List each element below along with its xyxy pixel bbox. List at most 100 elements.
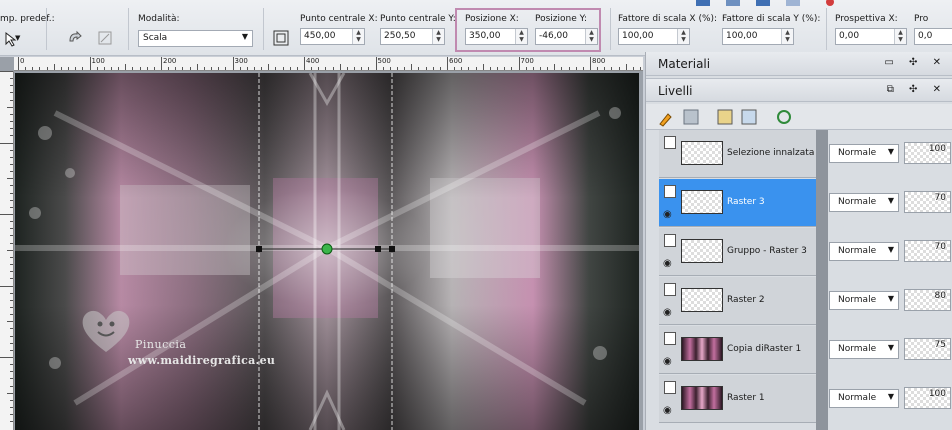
spin-arrows-icon[interactable]: ▲ ▼: [432, 29, 444, 44]
center-x-field[interactable]: 450,00 ▲ ▼: [300, 28, 365, 45]
spin-arrows-icon[interactable]: ▲ ▼: [585, 29, 597, 44]
chevron-down-icon: ▼: [887, 245, 894, 254]
pos-y-field[interactable]: -46,00 ▲ ▼: [535, 28, 598, 45]
ruler-tick: [425, 67, 427, 70]
ruler-tick: [10, 92, 13, 94]
pos-y-value: -46,00: [539, 31, 569, 41]
mode-select[interactable]: Scala ▼: [138, 30, 253, 47]
ruler-tick: [7, 106, 13, 108]
preset-dropdown-icon[interactable]: ▼: [15, 34, 20, 42]
transform-icon[interactable]: [96, 29, 114, 47]
opacity-value: 80: [934, 291, 946, 301]
ruler-tick: [304, 57, 305, 70]
perspective-y-field[interactable]: 0,0: [914, 28, 952, 45]
ruler-tick: [82, 67, 84, 70]
ruler-tick: [10, 221, 13, 223]
ruler-tick: [10, 349, 13, 351]
spin-arrows-icon[interactable]: ▲ ▼: [781, 29, 793, 44]
ruler-tick: [10, 192, 13, 194]
ruler-tick: [275, 67, 277, 70]
layer-row[interactable]: ◉ Gruppo - Raster 3: [659, 228, 816, 276]
blend-mode-select[interactable]: Normale ▼: [829, 389, 899, 408]
ruler-tick: [411, 64, 413, 70]
scale-y-label: Fattore di scala Y (%):: [722, 14, 821, 24]
materials-title: Materiali: [658, 57, 711, 71]
layers-splitter[interactable]: [816, 130, 828, 430]
ruler-label: 600: [449, 57, 463, 65]
ruler-tick: [7, 392, 13, 394]
ruler-tick: [368, 67, 370, 70]
perspective-label: Prospettiva X:: [835, 14, 898, 24]
ruler-tick: [590, 57, 591, 70]
ruler-tick: [10, 171, 13, 173]
perspective-field[interactable]: 0,00 ▲ ▼: [835, 28, 907, 45]
opacity-slider[interactable]: 100: [904, 387, 951, 409]
heart-logo-icon: [79, 306, 133, 359]
ruler-tick: [118, 67, 120, 70]
panel-window-controls[interactable]: ⧉ ✣ ✕: [887, 84, 947, 95]
ruler-tick: [189, 67, 191, 70]
ruler-tick: [568, 67, 570, 70]
ruler-tick: [10, 314, 13, 316]
artwork: [15, 73, 639, 430]
chevron-down-icon: ▼: [887, 392, 894, 401]
ruler-tick: [0, 142, 13, 144]
blend-mode-select[interactable]: Normale ▼: [829, 144, 899, 163]
center-y-field[interactable]: 250,50 ▲ ▼: [380, 28, 445, 45]
blend-mode-select[interactable]: Normale ▼: [829, 291, 899, 310]
ruler-tick: [218, 67, 220, 70]
layer-row[interactable]: ◉ Raster 2: [659, 277, 816, 325]
top-icon-strip: [690, 0, 850, 8]
brush-icon: [659, 113, 672, 127]
eye-icon[interactable]: ◉: [663, 356, 672, 367]
ruler-tick: [561, 67, 563, 70]
blend-mode-select[interactable]: Normale ▼: [829, 242, 899, 261]
blend-mode-select[interactable]: Normale ▼: [829, 340, 899, 359]
scale-x-field[interactable]: 100,00 ▲ ▼: [618, 28, 690, 45]
eye-icon[interactable]: ◉: [663, 405, 672, 416]
ruler-tick: [318, 67, 320, 70]
layer-row[interactable]: ◉ Raster 3: [659, 179, 816, 227]
panel-window-controls[interactable]: ▭ ✣ ✕: [884, 57, 947, 68]
ruler-tick: [196, 64, 198, 70]
blend-mode-select[interactable]: Normale ▼: [829, 193, 899, 212]
scale-y-field[interactable]: 100,00 ▲ ▼: [722, 28, 794, 45]
spin-arrows-icon[interactable]: ▲ ▼: [352, 29, 364, 44]
opacity-slider[interactable]: 70: [904, 240, 951, 262]
ruler-tick: [597, 67, 599, 70]
layers-title: Livelli: [658, 84, 693, 98]
image-canvas[interactable]: Pinuccia www.maidiregrafica.eu: [15, 73, 639, 430]
canvas-area[interactable]: 0 100 200 300 400 500 600 700 800 Pinucc…: [0, 57, 643, 430]
ruler-tick: [232, 57, 234, 70]
opacity-slider[interactable]: 70: [904, 191, 951, 213]
ruler-tick: [547, 67, 549, 70]
opacity-value: 70: [934, 193, 946, 203]
ruler-tick: [325, 67, 327, 70]
opacity-slider[interactable]: 100: [904, 142, 951, 164]
opacity-slider[interactable]: 75: [904, 338, 951, 360]
ruler-tick: [10, 228, 13, 230]
ruler-tick: [375, 57, 377, 70]
reset-icon[interactable]: [66, 29, 84, 47]
eye-icon[interactable]: ◉: [663, 209, 672, 220]
ruler-tick: [110, 67, 112, 70]
ruler-tick: [10, 414, 13, 416]
spin-arrows-icon[interactable]: ▲ ▼: [677, 29, 689, 44]
ruler-tick: [10, 242, 13, 244]
layer-row[interactable]: Selezione innalzata: [659, 130, 816, 178]
layer-row[interactable]: ◉ Copia diRaster 1: [659, 326, 816, 374]
eye-icon[interactable]: ◉: [663, 258, 672, 269]
layer-row[interactable]: ◉ Raster 1: [659, 375, 816, 423]
pos-x-field[interactable]: 350,00 ▲ ▼: [465, 28, 528, 45]
opacity-slider[interactable]: 80: [904, 289, 951, 311]
eye-icon[interactable]: ◉: [663, 307, 672, 318]
center-x-value: 450,00: [304, 31, 336, 41]
mode-label: Modalità:: [138, 14, 180, 24]
ruler-tick: [132, 67, 134, 70]
horizontal-ruler: 0 100 200 300 400 500 600 700 800: [14, 57, 643, 71]
ruler-tick: [10, 299, 13, 301]
spin-arrows-icon[interactable]: ▲ ▼: [515, 29, 527, 44]
ruler-tick: [10, 163, 13, 165]
fit-canvas-icon[interactable]: [272, 29, 290, 47]
spin-arrows-icon[interactable]: ▲ ▼: [894, 29, 906, 44]
